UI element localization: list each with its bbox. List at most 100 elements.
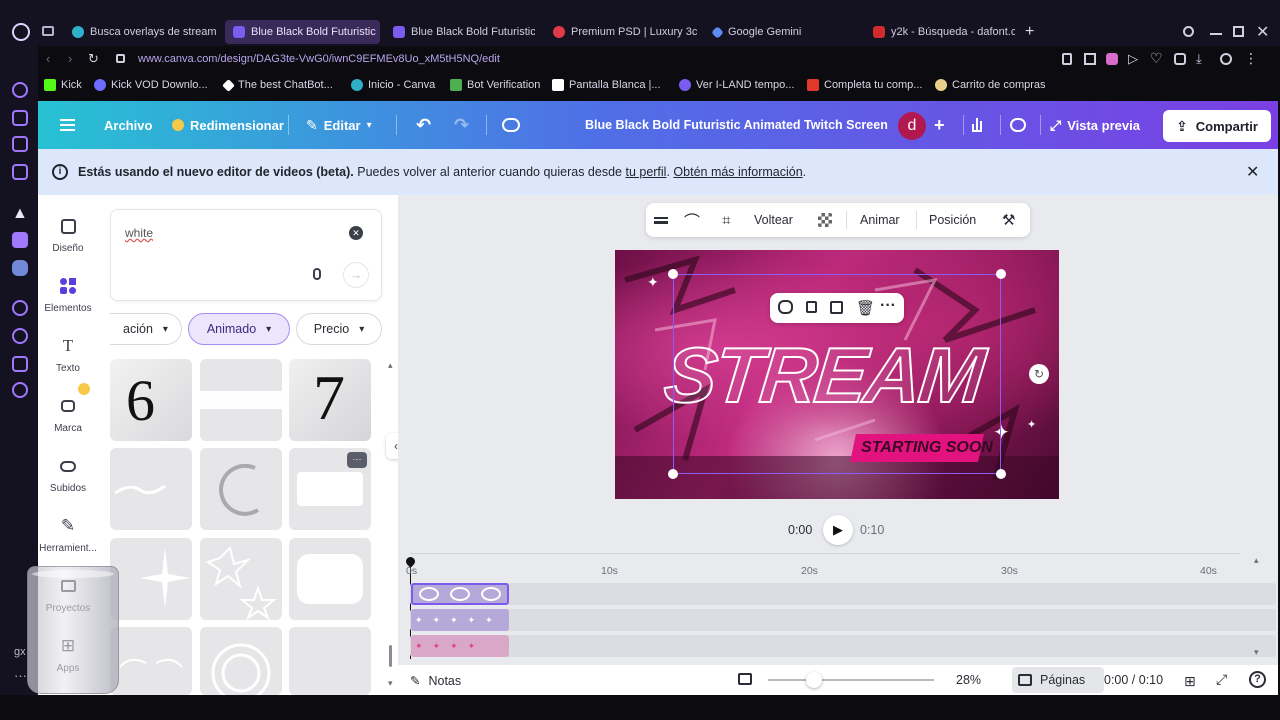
discord-icon[interactable] — [12, 260, 28, 276]
more-options-icon[interactable]: ··· — [347, 452, 367, 468]
timeline-scroll[interactable]: ▴ — [1254, 555, 1259, 566]
curve-icon[interactable]: ⌒ — [684, 203, 700, 237]
pages-button[interactable]: Páginas — [1012, 667, 1104, 693]
avatar[interactable]: d — [898, 112, 926, 140]
help-icon[interactable]: ? — [1249, 671, 1266, 688]
zoom-slider-thumb[interactable] — [806, 672, 822, 688]
more-info-link[interactable]: Obtén más información — [673, 165, 802, 179]
design-title[interactable]: Blue Black Bold Futuristic Animated Twit… — [585, 101, 888, 149]
design-canvas[interactable]: STREAM STARTING SOON ✦ ✦ ✦ ↻ — [615, 250, 1059, 499]
tab-premium-psd[interactable]: Premium PSD | Luxury 3c — [545, 20, 697, 44]
search-input[interactable]: white — [125, 226, 153, 240]
reload-icon[interactable]: ↻ — [88, 51, 99, 67]
rotate-handle-icon[interactable]: ↻ — [1029, 364, 1049, 384]
more-icon[interactable]: ··· — [14, 668, 27, 683]
settings-icon[interactable] — [1220, 53, 1232, 65]
redo-icon[interactable]: ↷ — [454, 101, 469, 149]
rail-item-apps[interactable]: ⊞ Apps — [38, 635, 98, 674]
send-icon[interactable]: ▷ — [1128, 51, 1138, 67]
posicion-button[interactable]: Posición — [929, 203, 976, 237]
element-tile-white-circle[interactable] — [200, 448, 282, 530]
bookmark-kick-vod[interactable]: Kick VOD Downlo... — [94, 79, 208, 91]
rail-item-proyectos[interactable]: Proyectos — [38, 575, 98, 614]
microphone-icon[interactable] — [307, 264, 327, 284]
new-tab-button[interactable]: + — [1025, 23, 1034, 41]
vista-previa-button[interactable]: ⤢ Vista previa — [1050, 101, 1140, 149]
paint-roller-icon[interactable]: ⚒ — [1002, 203, 1015, 237]
wallpaper-icon[interactable] — [12, 136, 28, 152]
profile-link[interactable]: tu perfil — [625, 165, 666, 179]
element-tile-blank[interactable] — [289, 627, 371, 695]
panel-scrollbar[interactable]: ▴ ▾ — [387, 360, 393, 690]
search-submit-icon[interactable]: → — [343, 262, 369, 288]
rail-item-texto[interactable]: T Texto — [38, 335, 98, 374]
hamburger-icon[interactable] — [60, 101, 75, 149]
music-icon[interactable] — [12, 300, 28, 316]
gear-icon[interactable] — [12, 382, 28, 398]
fullscreen-icon[interactable]: ⤢ — [1216, 671, 1227, 688]
archivo-button[interactable]: Archivo — [104, 101, 152, 149]
resize-handle[interactable] — [996, 269, 1006, 279]
clip-sparkles[interactable]: ✦✦✦✦✦ — [411, 609, 509, 631]
editar-button[interactable]: ✎ Editar ▾ — [306, 101, 372, 149]
resize-handle[interactable] — [668, 269, 678, 279]
history-icon[interactable] — [12, 82, 28, 98]
trash-icon[interactable]: 🗑 — [856, 299, 875, 317]
workspace-icon[interactable] — [12, 110, 28, 126]
resize-handle[interactable] — [996, 469, 1006, 479]
screenshot-icon[interactable] — [1084, 53, 1096, 65]
search-box[interactable]: white ✕ → — [110, 209, 382, 301]
tab-google-gemini[interactable]: Google Gemini — [705, 20, 855, 44]
element-tile-white-rings[interactable] — [200, 627, 282, 695]
more-options-icon[interactable]: ··· — [880, 297, 896, 315]
twitch-icon[interactable] — [12, 232, 28, 248]
extensions-icon[interactable] — [1174, 53, 1186, 65]
add-collaborator-button[interactable]: + — [934, 101, 945, 149]
mail-icon[interactable] — [12, 164, 28, 180]
tab-dafont-search[interactable]: y2k - Búsqueda - dafont.c — [865, 20, 1015, 44]
pin-icon[interactable] — [1062, 53, 1072, 65]
element-tile-white-scribble[interactable] — [110, 448, 192, 530]
duplicate-icon[interactable] — [830, 301, 843, 314]
view-toggle-icon[interactable] — [738, 673, 752, 685]
element-tile-white-bubble[interactable] — [289, 538, 371, 620]
vpn-shield-icon[interactable] — [1106, 53, 1118, 65]
lock-icon[interactable] — [806, 301, 817, 313]
bookmark-iland[interactable]: Ver I-LAND tempo... — [679, 79, 794, 91]
url-input[interactable]: www.canva.com/design/DAG3te-VwG0/iwnC9EF… — [138, 53, 500, 65]
search-tabs-icon[interactable] — [1183, 26, 1194, 37]
bookmark-inicio-canva[interactable]: Inicio - Canva — [351, 79, 435, 91]
crop-icon[interactable]: ⌗ — [722, 203, 730, 237]
back-icon[interactable]: ‹ — [46, 51, 50, 66]
filter-chip-animado[interactable]: Animado ▾ — [188, 313, 290, 345]
close-banner-icon[interactable]: ✕ — [1246, 162, 1259, 182]
rail-item-elementos[interactable]: Elementos — [38, 275, 98, 314]
clear-search-icon[interactable]: ✕ — [349, 226, 363, 240]
forward-icon[interactable]: › — [68, 51, 72, 66]
rail-item-subidos[interactable]: Subidos — [38, 455, 98, 494]
more-vertical-icon[interactable]: ⋮ — [1244, 50, 1258, 67]
animar-button[interactable]: Animar — [860, 203, 900, 237]
zoom-slider[interactable] — [768, 679, 934, 681]
zoom-level[interactable]: 28% — [956, 673, 981, 687]
share-button[interactable]: ⇪ Compartir — [1163, 110, 1271, 142]
undo-icon[interactable]: ↶ — [416, 101, 431, 149]
resize-handle[interactable] — [668, 469, 678, 479]
element-tile-white-shape[interactable]: ··· — [289, 448, 371, 530]
element-tile-number-6[interactable]: 6 — [110, 359, 192, 441]
filter-chip-ubicacion[interactable]: ación ▾ — [110, 313, 182, 345]
play-button[interactable]: ▶ — [823, 515, 853, 545]
opera-logo-icon[interactable] — [12, 23, 30, 41]
element-tile-number-7[interactable]: 7 — [289, 359, 371, 441]
notes-button[interactable]: ✎ Notas — [410, 673, 461, 689]
minimize-icon[interactable] — [1210, 33, 1222, 35]
line-style-icon[interactable] — [654, 203, 668, 237]
element-tile-white-stroke[interactable] — [200, 359, 282, 441]
rail-item-marca[interactable]: Marca — [38, 383, 98, 434]
transparency-icon[interactable] — [818, 203, 832, 237]
download-icon[interactable]: ⤓ — [1196, 51, 1202, 67]
redimensionar-button[interactable]: Redimensionar — [172, 101, 284, 149]
element-tile-white-stars[interactable] — [200, 538, 282, 620]
voltear-button[interactable]: Voltear — [754, 203, 793, 237]
comment-icon[interactable] — [1010, 101, 1026, 149]
